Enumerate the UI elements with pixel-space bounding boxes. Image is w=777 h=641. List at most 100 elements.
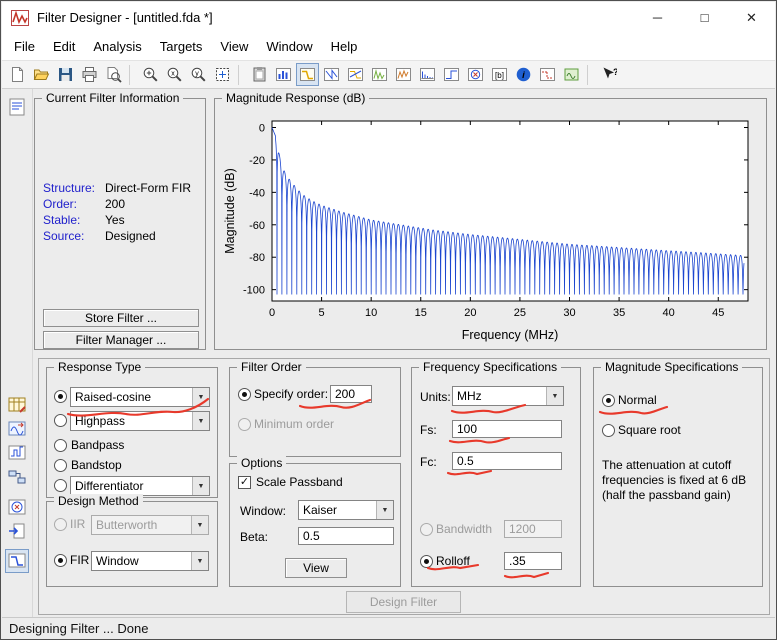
- chevron-down-icon[interactable]: [191, 552, 208, 570]
- menu-edit[interactable]: Edit: [44, 35, 84, 58]
- chevron-down-icon[interactable]: [192, 477, 209, 495]
- chevron-down-icon[interactable]: [192, 412, 209, 430]
- scale-passband-checkbox[interactable]: [238, 476, 251, 489]
- phase-delay-icon[interactable]: [392, 63, 415, 86]
- realize-model-icon[interactable]: [5, 465, 29, 489]
- beta-input[interactable]: 0.5: [298, 527, 394, 545]
- set-quantization-icon[interactable]: [5, 393, 29, 417]
- magnitude-and-phase-icon[interactable]: [344, 63, 367, 86]
- square-root-radio[interactable]: [602, 424, 615, 437]
- svg-text:25: 25: [514, 307, 526, 319]
- pole-zero-editor-icon[interactable]: [5, 495, 29, 519]
- bandpass-radio[interactable]: [54, 439, 67, 452]
- fir-radio[interactable]: [54, 554, 67, 567]
- transform-filter-icon[interactable]: [5, 417, 29, 441]
- copy-icon[interactable]: [248, 63, 271, 86]
- open-session-icon[interactable]: [30, 63, 53, 86]
- differentiator-combo[interactable]: Differentiator: [70, 476, 210, 496]
- context-help-icon[interactable]: ?: [597, 63, 620, 86]
- close-button[interactable]: ✕: [728, 2, 775, 33]
- menu-targets[interactable]: Targets: [151, 35, 212, 58]
- filter-coefficients-icon[interactable]: [b]: [488, 63, 511, 86]
- window-combo[interactable]: Kaiser: [298, 500, 394, 520]
- iir-radio[interactable]: [54, 518, 67, 531]
- bandwidth-radio[interactable]: [420, 523, 433, 536]
- toolbar-separator: [587, 64, 593, 85]
- normal-radio[interactable]: [602, 394, 615, 407]
- svg-text:0: 0: [259, 122, 265, 134]
- panel-title: Magnitude Specifications: [601, 360, 743, 374]
- raised-cosine-radio[interactable]: [54, 390, 67, 403]
- menu-window[interactable]: Window: [257, 35, 321, 58]
- menu-view[interactable]: View: [211, 35, 257, 58]
- pole-zero-plot-icon[interactable]: [464, 63, 487, 86]
- print-preview-icon[interactable]: [102, 63, 125, 86]
- combo-value: Kaiser: [303, 503, 338, 517]
- menu-help[interactable]: Help: [322, 35, 367, 58]
- view-button[interactable]: View: [285, 558, 347, 578]
- spec-mask-icon[interactable]: [536, 63, 559, 86]
- specify-order-input[interactable]: 200: [330, 385, 372, 403]
- titlebar[interactable]: Filter Designer - [untitled.fda *] ─ □ ✕: [2, 2, 775, 33]
- svg-text:-20: -20: [249, 155, 265, 167]
- iir-method-combo[interactable]: Butterworth: [91, 515, 209, 535]
- lowpass-type-combo[interactable]: Raised-cosine: [70, 387, 210, 407]
- maximize-button[interactable]: □: [681, 2, 728, 33]
- chevron-down-icon[interactable]: [546, 387, 563, 405]
- chevron-down-icon[interactable]: [191, 516, 208, 534]
- svg-text:40: 40: [663, 307, 675, 319]
- chevron-down-icon[interactable]: [376, 501, 393, 519]
- svg-text:-100: -100: [243, 285, 265, 297]
- highpass-radio[interactable]: [54, 414, 67, 427]
- new-session-icon[interactable]: [6, 63, 29, 86]
- zoom-x-icon[interactable]: x: [163, 63, 186, 86]
- fir-method-combo[interactable]: Window: [91, 551, 209, 571]
- impulse-response-icon[interactable]: [416, 63, 439, 86]
- structure-value: Direct-Form FIR: [105, 181, 191, 195]
- structure-label: Structure:: [43, 181, 96, 195]
- specify-order-label: Specify order:: [254, 387, 329, 401]
- specify-order-radio[interactable]: [238, 388, 251, 401]
- source-value: Designed: [105, 229, 156, 243]
- combo-value: MHz: [457, 389, 482, 403]
- step-response-icon[interactable]: [440, 63, 463, 86]
- highpass-type-combo[interactable]: Highpass: [70, 411, 210, 431]
- filter-manager-button[interactable]: Filter Manager ...: [43, 331, 199, 349]
- bandwidth-input[interactable]: 1200: [504, 520, 562, 538]
- magnitude-response-plot: 0 5 10 15 20 25 30 35 40 45 0 -20 -40 -60 -80 -100 Frequ…: [223, 120, 749, 342]
- save-session-icon[interactable]: [54, 63, 77, 86]
- multirate-icon[interactable]: [5, 441, 29, 465]
- zoom-in-icon[interactable]: [139, 63, 162, 86]
- filter-information-icon[interactable]: i: [512, 63, 535, 86]
- fc-input[interactable]: 0.5: [452, 452, 562, 470]
- magnitude-response-panel: Magnitude Response (dB) 0 5 10 15 20 25 30 35 40…: [214, 91, 767, 350]
- sos-view-icon[interactable]: [560, 63, 583, 86]
- bandstop-radio[interactable]: [54, 459, 67, 472]
- menu-analysis[interactable]: Analysis: [84, 35, 150, 58]
- rolloff-input[interactable]: .35: [504, 552, 562, 570]
- differentiator-radio[interactable]: [54, 479, 67, 492]
- minimize-button[interactable]: ─: [634, 2, 681, 33]
- chevron-down-icon[interactable]: [192, 388, 209, 406]
- fs-label: Fs:: [420, 423, 437, 437]
- magnitude-response-icon[interactable]: [296, 63, 319, 86]
- zoom-y-icon[interactable]: y: [187, 63, 210, 86]
- fs-input[interactable]: 100: [452, 420, 562, 438]
- units-combo[interactable]: MHz: [452, 386, 564, 406]
- design-filter-panel-icon[interactable]: [5, 549, 29, 573]
- design-filter-button[interactable]: Design Filter: [346, 591, 461, 613]
- rolloff-radio[interactable]: [420, 555, 433, 568]
- svg-text:0: 0: [269, 307, 275, 319]
- filter-manager-icon[interactable]: [272, 63, 295, 86]
- design-method-panel: Design Method IIR Butterworth FIR Window: [46, 494, 218, 587]
- import-filter-icon[interactable]: [5, 519, 29, 543]
- filter-specs-icon[interactable]: [5, 95, 29, 119]
- minimum-order-radio[interactable]: [238, 418, 251, 431]
- group-delay-icon[interactable]: [368, 63, 391, 86]
- full-view-icon[interactable]: [211, 63, 234, 86]
- store-filter-button[interactable]: Store Filter ...: [43, 309, 199, 327]
- bandpass-label: Bandpass: [71, 438, 125, 452]
- menu-file[interactable]: File: [5, 35, 44, 58]
- phase-response-icon[interactable]: [320, 63, 343, 86]
- print-icon[interactable]: [78, 63, 101, 86]
